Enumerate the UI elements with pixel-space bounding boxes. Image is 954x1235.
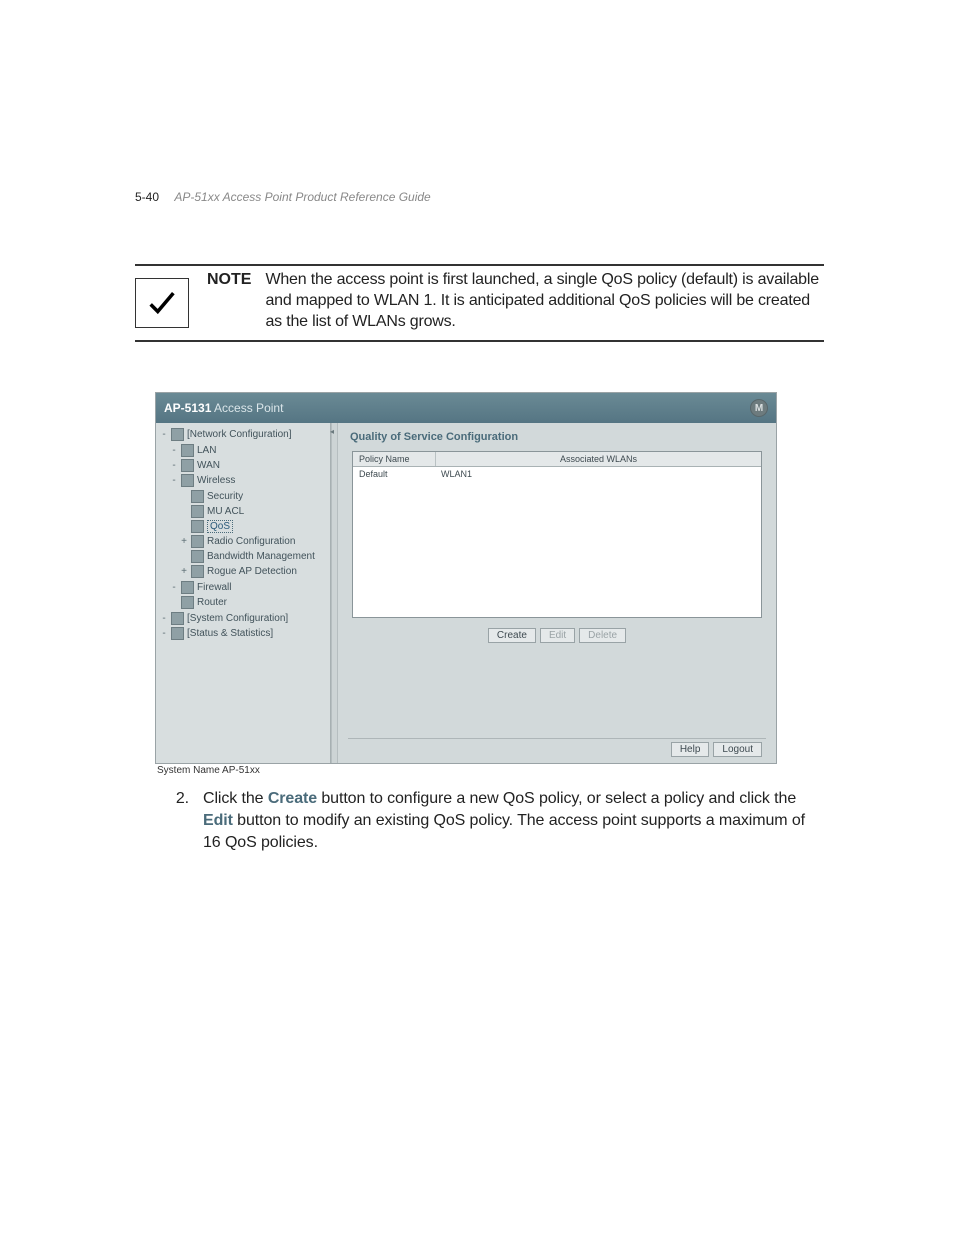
step-edit-ref: Edit — [203, 812, 233, 829]
note-label: NOTE — [207, 270, 251, 332]
tree-security[interactable]: Security — [180, 489, 315, 504]
acl-icon — [191, 505, 204, 518]
content-panel: Quality of Service Configuration Policy … — [338, 423, 776, 763]
system-name-label: System Name AP-51xx — [157, 765, 824, 776]
tree-sysconfig[interactable]: -[System Configuration] — [160, 611, 328, 626]
firewall-icon — [181, 581, 194, 594]
status-icon — [171, 627, 184, 640]
qos-icon — [191, 520, 204, 533]
app-window: AP-5131 Access Point M -[Network Configu… — [155, 392, 777, 764]
rogue-icon — [191, 565, 204, 578]
page-number: 5-40 — [135, 190, 159, 204]
doc-title: AP-51xx Access Point Product Reference G… — [174, 190, 430, 204]
step-text-3: button to modify an existing QoS policy.… — [203, 812, 805, 851]
nav-tree[interactable]: -[Network Configuration] -LAN -WAN -Wire… — [156, 423, 331, 763]
step-create-ref: Create — [268, 790, 317, 807]
tree-radio[interactable]: +Radio Configuration — [180, 534, 315, 549]
tree-router[interactable]: Router — [170, 595, 315, 610]
help-button[interactable]: Help — [671, 742, 710, 757]
step-number: 2. — [175, 788, 189, 853]
cell-policy-name: Default — [353, 467, 435, 481]
col-assoc-wlans[interactable]: Associated WLANs — [436, 452, 761, 466]
tree-firewall[interactable]: -Firewall — [170, 580, 315, 595]
tree-status[interactable]: -[Status & Statistics] — [160, 626, 328, 641]
logout-button[interactable]: Logout — [713, 742, 762, 757]
wan-icon — [181, 459, 194, 472]
router-icon — [181, 596, 194, 609]
tree-wan[interactable]: -WAN — [170, 458, 315, 473]
checkmark-icon — [135, 278, 189, 328]
delete-button[interactable]: Delete — [579, 628, 626, 643]
bandwidth-icon — [191, 550, 204, 563]
col-policy-name[interactable]: Policy Name — [353, 452, 436, 466]
folder-icon — [171, 428, 184, 441]
tree-network-config[interactable]: -[Network Configuration] — [160, 427, 328, 442]
splitter-handle[interactable] — [331, 423, 338, 763]
create-button[interactable]: Create — [488, 628, 536, 643]
radio-icon — [191, 535, 204, 548]
titlebar: AP-5131 Access Point M — [156, 393, 776, 423]
tree-wireless[interactable]: -Wireless — [170, 473, 315, 488]
note-callout: NOTE When the access point is first laun… — [135, 264, 824, 342]
security-icon — [191, 490, 204, 503]
step-text-1: Click the — [203, 790, 268, 807]
wireless-icon — [181, 474, 194, 487]
step-text-2: button to configure a new QoS policy, or… — [317, 790, 796, 807]
title-rest: Access Point — [211, 401, 283, 415]
note-body: When the access point is first launched,… — [265, 270, 824, 332]
brand-logo-icon: M — [750, 399, 768, 417]
cell-wlan: WLAN1 — [435, 467, 507, 481]
policy-table[interactable]: Policy Name Associated WLANs Default WLA… — [352, 451, 762, 618]
tree-rogue[interactable]: +Rogue AP Detection — [180, 564, 315, 579]
tree-bandwidth[interactable]: Bandwidth Management — [180, 549, 315, 564]
step-instruction: 2. Click the Create button to configure … — [175, 788, 824, 853]
lan-icon — [181, 444, 194, 457]
tree-qos[interactable]: QoS — [180, 519, 315, 534]
table-row[interactable]: Default WLAN1 — [353, 467, 761, 481]
page-header: 5-40 AP-51xx Access Point Product Refere… — [135, 190, 824, 204]
panel-title: Quality of Service Configuration — [350, 431, 766, 443]
tree-muacl[interactable]: MU ACL — [180, 504, 315, 519]
edit-button[interactable]: Edit — [540, 628, 575, 643]
title-model: AP-5131 — [164, 401, 211, 415]
sysconfig-icon — [171, 612, 184, 625]
tree-lan[interactable]: -LAN — [170, 443, 315, 458]
